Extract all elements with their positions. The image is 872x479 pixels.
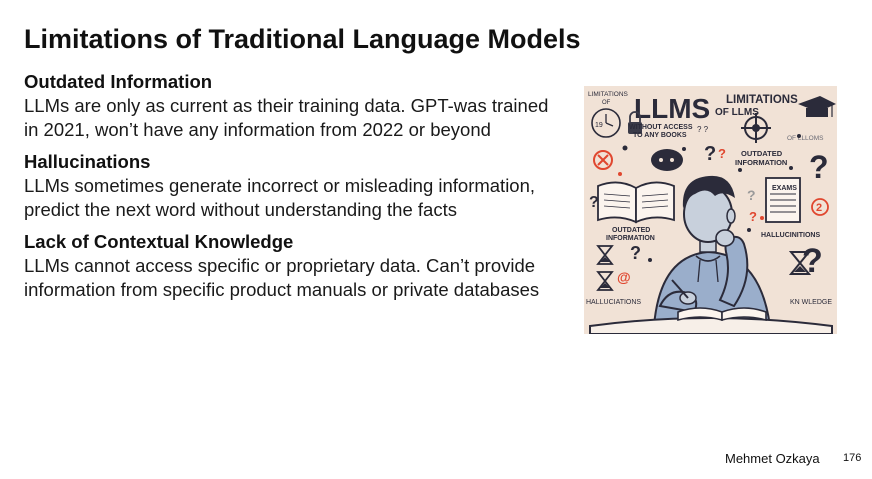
- desk: [589, 317, 833, 334]
- section-hallucinations: Hallucinations LLMs sometimes generate i…: [24, 150, 554, 222]
- illus-outdated-left-2: INFORMATION: [606, 235, 655, 242]
- llm-limitations-illustration: LLMS LIMITATIONS OF LLMS LIMITATIONS OF …: [584, 86, 837, 334]
- section-outdated-information: Outdated Information LLMs are only as cu…: [24, 70, 554, 142]
- illustration-canvas: LLMS LIMITATIONS OF LLMS LIMITATIONS OF …: [586, 91, 836, 334]
- illus-title-of-llms: OF LLMS: [715, 107, 759, 118]
- page-number: 176: [843, 452, 862, 464]
- speech-bubble-icon: [651, 149, 683, 171]
- illus-no-access-2: TO ANY BOOKS: [633, 132, 687, 139]
- clock-number: 19: [595, 122, 603, 129]
- at-sign-icon: @: [617, 269, 631, 285]
- question-mark-icon: ?: [809, 149, 829, 185]
- illus-left-of: OF: [602, 100, 611, 106]
- open-book-icon: [597, 181, 675, 224]
- question-mark-icon: ? ?: [697, 125, 709, 134]
- section-heading: Lack of Contextual Knowledge: [24, 231, 294, 252]
- section-body: LLMs sometimes generate incorrect or mis…: [24, 175, 536, 220]
- illus-hallucinations-left: HALLUCIATIONS: [586, 299, 641, 306]
- question-mark-icon: ?: [704, 143, 716, 165]
- hourglass-icon: [596, 271, 614, 291]
- illus-no-access-1: WITHOUT ACCESS: [629, 124, 693, 131]
- section-heading: Hallucinations: [24, 151, 151, 172]
- illus-hallucinations-right: HALLUCINITIONS: [761, 232, 820, 239]
- question-mark-icon: ?: [718, 146, 726, 161]
- illus-exams: EXAMS: [772, 185, 797, 192]
- hourglass-icon: [596, 245, 614, 265]
- number-circle-icon: 2: [811, 198, 829, 216]
- illus-title-limitations: LIMITATIONS: [726, 94, 798, 106]
- illus-outdated-left-1: OUTDATED: [612, 227, 650, 234]
- question-mark-icon: ?: [749, 209, 757, 224]
- section-body: LLMs cannot access specific or proprieta…: [24, 255, 540, 300]
- illus-outdated-right-2: INFORMATION: [735, 158, 787, 167]
- author-name: Mehmet Ozkaya: [725, 451, 820, 466]
- illus-left-limitations: LIMITATIONS: [588, 91, 629, 98]
- question-mark-icon: ?: [630, 243, 641, 263]
- illus-outdated-right-1: OUTDATED: [741, 149, 783, 158]
- illus-title-llms: LLMS: [634, 93, 710, 124]
- content-area: Outdated Information LLMs are only as cu…: [24, 70, 554, 310]
- section-heading: Outdated Information: [24, 71, 213, 92]
- section-lack-of-contextual-knowledge: Lack of Contextual Knowledge LLMs cannot…: [24, 230, 554, 302]
- slide-title: Limitations of Traditional Language Mode…: [24, 24, 581, 54]
- error-icon: [593, 150, 613, 170]
- clock-icon: 19: [591, 108, 621, 138]
- illus-of-llms-small: OF LLLOMS: [787, 135, 824, 142]
- section-body: LLMs are only as current as their traini…: [24, 95, 549, 140]
- question-mark-icon: ?: [747, 187, 756, 203]
- graduation-cap-icon: [798, 96, 836, 117]
- illus-knowledge: KN WLEDGE: [790, 299, 832, 306]
- svg-text:2: 2: [816, 202, 822, 214]
